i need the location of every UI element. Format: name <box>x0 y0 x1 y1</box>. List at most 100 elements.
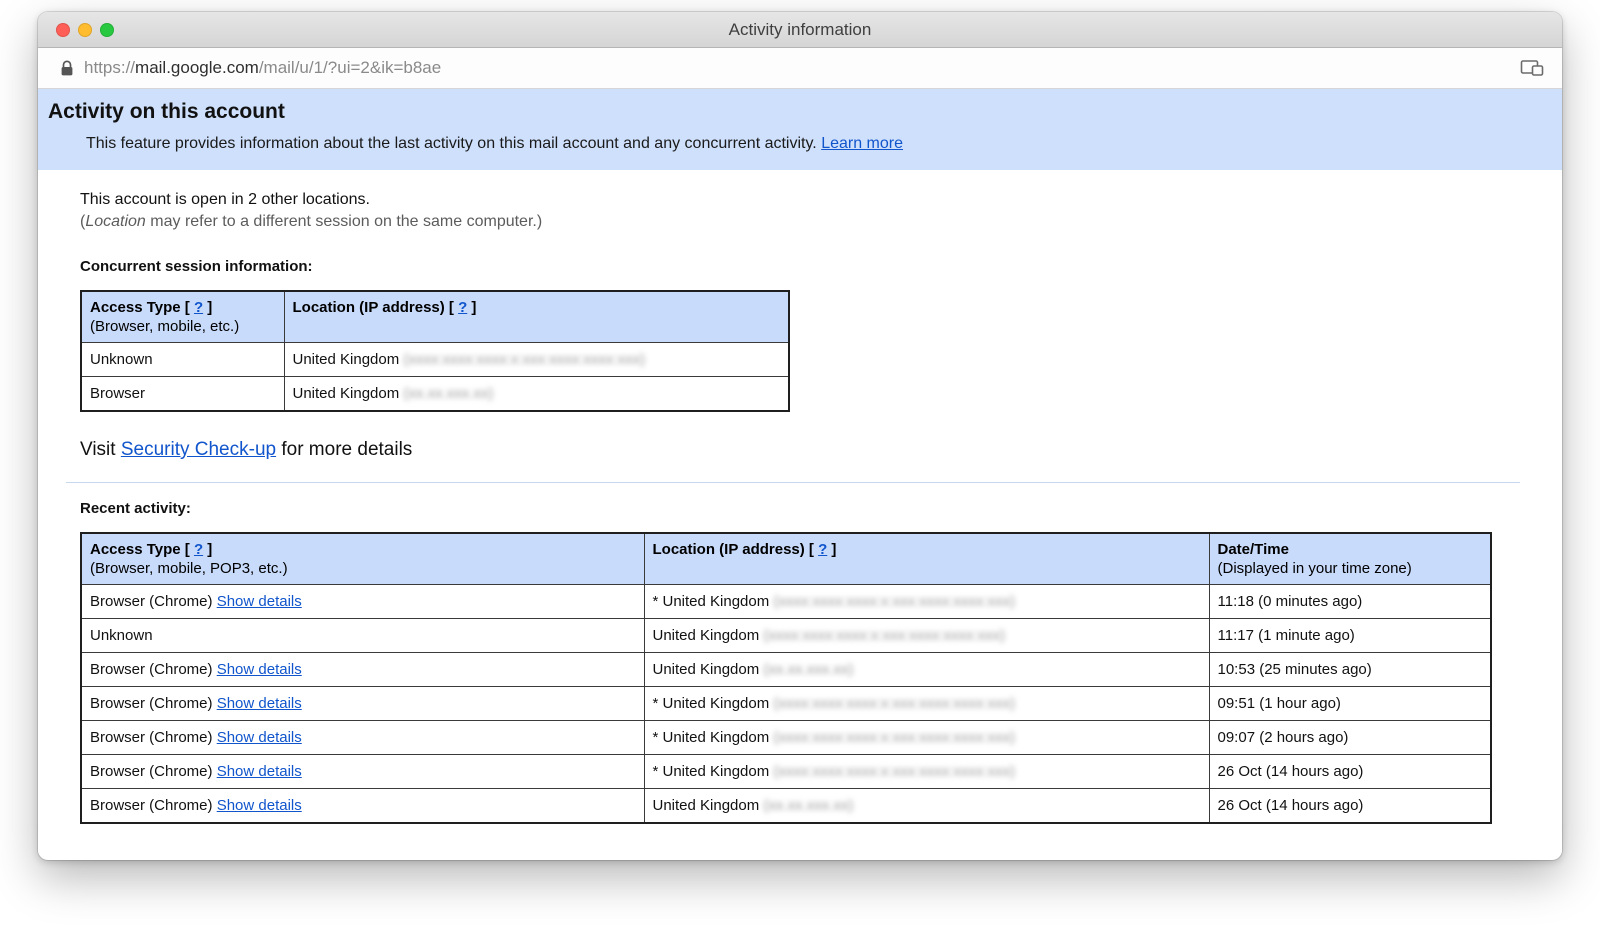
location-value: * United Kingdom <box>653 695 770 712</box>
redacted-ip-address: (xx.xx.xxx.xx) <box>763 797 853 814</box>
location-value: * United Kingdom <box>653 729 770 746</box>
show-details-link[interactable]: Show details <box>217 661 302 678</box>
column-header-datetime: Date/Time (Displayed in your time zone) <box>1209 533 1491 585</box>
activity-row: Unknown United Kingdom (xxxx:xxxx:xxxx:x… <box>81 619 1491 653</box>
access-type-value: Browser (Chrome) <box>90 729 213 746</box>
header-bracket: ] <box>203 541 212 558</box>
redacted-ip-address: (xxxx:xxxx:xxxx:x:xxx:xxxx:xxxx:xxx) <box>403 351 645 368</box>
table-header-row: Access Type [ ? ] (Browser, mobile, POP3… <box>81 533 1491 585</box>
access-type-cell: Unknown <box>81 343 284 377</box>
show-details-link[interactable]: Show details <box>217 593 302 610</box>
location-cell: * United Kingdom (xxxx:xxxx:xxxx:x:xxx:x… <box>644 687 1209 721</box>
datetime-cell: 09:51 (1 hour ago) <box>1209 687 1491 721</box>
location-value: * United Kingdom <box>653 593 770 610</box>
redacted-ip-address: (xx.xx.xxx.xx) <box>403 385 493 402</box>
access-type-value: Browser (Chrome) <box>90 763 213 780</box>
datetime-value: 11:17 (1 minute ago) <box>1218 627 1355 644</box>
access-type-value: Browser (Chrome) <box>90 695 213 712</box>
location-value: United Kingdom <box>653 797 760 814</box>
security-checkup-link[interactable]: Security Check-up <box>121 439 276 460</box>
redacted-ip-address: (xx.xx.xxx.xx) <box>763 661 853 678</box>
access-type-value: Unknown <box>90 351 153 368</box>
url-path: /mail/u/1/?ui=2&ik=b8ae <box>259 58 441 77</box>
details-text: for more details <box>276 439 412 460</box>
datetime-value: 26 Oct (14 hours ago) <box>1218 797 1364 814</box>
datetime-cell: 26 Oct (14 hours ago) <box>1209 789 1491 824</box>
note-location-word: Location <box>85 213 146 230</box>
show-details-link[interactable]: Show details <box>217 763 302 780</box>
url-protocol: https:// <box>84 58 135 77</box>
security-checkup-line: Visit Security Check-up for more details <box>80 439 1520 461</box>
header-label: Location (IP address) [ <box>293 299 459 316</box>
banner-description-text: This feature provides information about … <box>86 135 817 152</box>
location-cell: United Kingdom (xx.xx.xxx.xx) <box>644 789 1209 824</box>
page-content: This account is open in 2 other location… <box>38 170 1562 855</box>
access-type-cell: Unknown <box>81 619 644 653</box>
access-type-cell: Browser (Chrome) Show details <box>81 653 644 687</box>
redacted-ip-address: (xxxx:xxxx:xxxx:x:xxx:xxxx:xxxx:xxx) <box>773 763 1015 780</box>
window-titlebar: Activity information <box>38 12 1562 48</box>
datetime-value: 09:07 (2 hours ago) <box>1218 729 1349 746</box>
browser-window: Activity information https://mail.google… <box>38 12 1562 860</box>
activity-banner: Activity on this account This feature pr… <box>38 89 1562 170</box>
url-text: https://mail.google.com/mail/u/1/?ui=2&i… <box>84 58 441 78</box>
header-bracket: ] <box>827 541 836 558</box>
location-value: United Kingdom <box>653 627 760 644</box>
location-value: United Kingdom <box>293 385 400 402</box>
access-type-value: Unknown <box>90 627 153 644</box>
header-sublabel: (Browser, mobile, POP3, etc.) <box>90 560 636 577</box>
header-label: Location (IP address) [ <box>653 541 819 558</box>
location-cell: United Kingdom (xx.xx.xxx.xx) <box>284 377 789 412</box>
help-link[interactable]: ? <box>818 541 827 558</box>
datetime-cell: 10:53 (25 minutes ago) <box>1209 653 1491 687</box>
location-value: United Kingdom <box>653 661 760 678</box>
location-cell: United Kingdom (xx.xx.xxx.xx) <box>644 653 1209 687</box>
column-header-access-type: Access Type [ ? ] (Browser, mobile, POP3… <box>81 533 644 585</box>
help-link[interactable]: ? <box>458 299 467 316</box>
show-details-link[interactable]: Show details <box>217 695 302 712</box>
header-label: Access Type [ <box>90 541 194 558</box>
datetime-value: 09:51 (1 hour ago) <box>1218 695 1341 712</box>
activity-row: Browser (Chrome) Show details * United K… <box>81 687 1491 721</box>
session-row: Browser United Kingdom (xx.xx.xxx.xx) <box>81 377 789 412</box>
access-type-value: Browser (Chrome) <box>90 797 213 814</box>
datetime-cell: 11:18 (0 minutes ago) <box>1209 585 1491 619</box>
activity-row: Browser (Chrome) Show details United Kin… <box>81 789 1491 824</box>
show-details-link[interactable]: Show details <box>217 729 302 746</box>
access-type-cell: Browser (Chrome) Show details <box>81 687 644 721</box>
address-bar[interactable]: https://mail.google.com/mail/u/1/?ui=2&i… <box>38 48 1562 89</box>
location-cell: * United Kingdom (xxxx:xxxx:xxxx:x:xxx:x… <box>644 755 1209 789</box>
access-type-cell: Browser <box>81 377 284 412</box>
recent-activity-heading: Recent activity: <box>80 500 1520 517</box>
activity-row: Browser (Chrome) Show details * United K… <box>81 755 1491 789</box>
datetime-cell: 11:17 (1 minute ago) <box>1209 619 1491 653</box>
banner-description: This feature provides information about … <box>86 135 1542 153</box>
lock-icon <box>60 60 74 77</box>
location-cell: * United Kingdom (xxxx:xxxx:xxxx:x:xxx:x… <box>644 585 1209 619</box>
session-row: Unknown United Kingdom (xxxx:xxxx:xxxx:x… <box>81 343 789 377</box>
url-domain: mail.google.com <box>135 58 259 77</box>
page-title: Activity on this account <box>48 100 1542 124</box>
concurrent-session-table: Access Type [ ? ] (Browser, mobile, etc.… <box>80 290 790 412</box>
activity-row: Browser (Chrome) Show details * United K… <box>81 721 1491 755</box>
header-bracket: ] <box>467 299 476 316</box>
concurrent-session-heading: Concurrent session information: <box>80 258 1520 275</box>
help-link[interactable]: ? <box>194 299 203 316</box>
datetime-value: 10:53 (25 minutes ago) <box>1218 661 1372 678</box>
location-cell: United Kingdom (xxxx:xxxx:xxxx:x:xxx:xxx… <box>284 343 789 377</box>
datetime-cell: 09:07 (2 hours ago) <box>1209 721 1491 755</box>
access-type-value: Browser (Chrome) <box>90 593 213 610</box>
column-header-access-type: Access Type [ ? ] (Browser, mobile, etc.… <box>81 291 284 343</box>
recent-activity-table: Access Type [ ? ] (Browser, mobile, POP3… <box>80 532 1492 824</box>
visit-text: Visit <box>80 439 121 460</box>
access-type-cell: Browser (Chrome) Show details <box>81 721 644 755</box>
header-label: Access Type [ <box>90 299 194 316</box>
window-title: Activity information <box>38 12 1562 48</box>
access-type-value: Browser (Chrome) <box>90 661 213 678</box>
activity-row: Browser (Chrome) Show details * United K… <box>81 585 1491 619</box>
tab-overview-icon[interactable] <box>1520 59 1544 77</box>
help-link[interactable]: ? <box>194 541 203 558</box>
show-details-link[interactable]: Show details <box>217 797 302 814</box>
learn-more-link[interactable]: Learn more <box>821 135 903 152</box>
section-divider <box>66 482 1520 483</box>
